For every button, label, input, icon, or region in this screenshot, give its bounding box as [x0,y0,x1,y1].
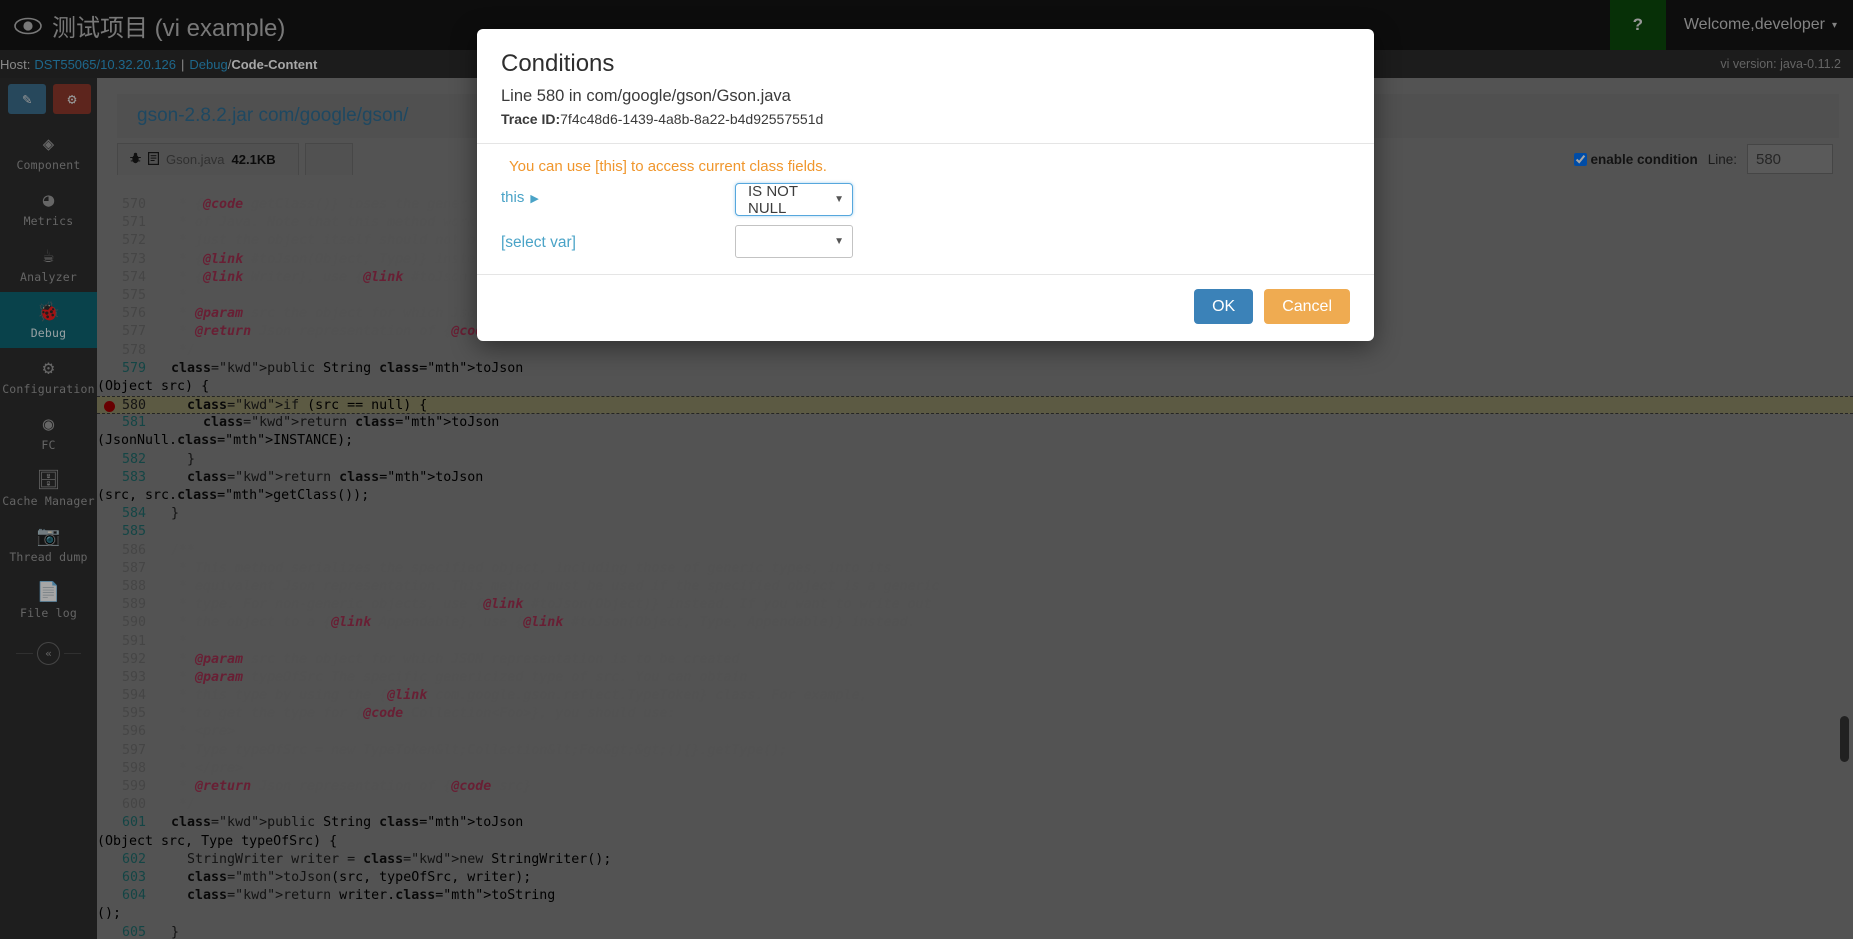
dialog-body: You can use [this] to access current cla… [477,144,1374,275]
condition-row: this ▶ [select var] IS NOT NULL ▼ ▼ [501,183,1350,258]
dialog-hint: You can use [this] to access current cla… [509,158,827,175]
chevron-right-icon[interactable]: ▶ [530,193,538,205]
condition-left-column: this ▶ [select var] [501,183,731,252]
conditions-dialog: Conditions Line 580 in com/google/gson/G… [477,29,1374,341]
ok-button[interactable]: OK [1194,289,1254,324]
operator-select[interactable]: IS NOT NULL ▼ [735,183,853,216]
dialog-title: Conditions [501,50,615,77]
dialog-footer: OK Cancel [477,275,1374,341]
app-root: 测试项目 (vi example) ? Welcome,developer ▾ … [0,0,1853,939]
dialog-trace-id-row: Trace ID:7f4c48d6-1439-4a8b-8a22-b4d9255… [501,111,1350,127]
trace-id-value: 7f4c48d6-1439-4a8b-8a22-b4d92557551d [560,111,824,127]
chevron-down-icon: ▼ [834,236,844,247]
chevron-down-icon: ▼ [834,194,844,205]
value-select[interactable]: ▼ [735,225,853,258]
this-variable-link[interactable]: this [501,189,524,206]
cancel-button[interactable]: Cancel [1264,289,1350,324]
condition-right-column: IS NOT NULL ▼ ▼ [735,183,853,258]
trace-id-label: Trace ID: [501,111,561,127]
dialog-header: Conditions Line 580 in com/google/gson/G… [477,29,1374,144]
dialog-subtitle: Line 580 in com/google/gson/Gson.java [501,87,791,105]
operator-select-value: IS NOT NULL [748,183,798,216]
select-var-link[interactable]: [select var] [501,234,731,252]
